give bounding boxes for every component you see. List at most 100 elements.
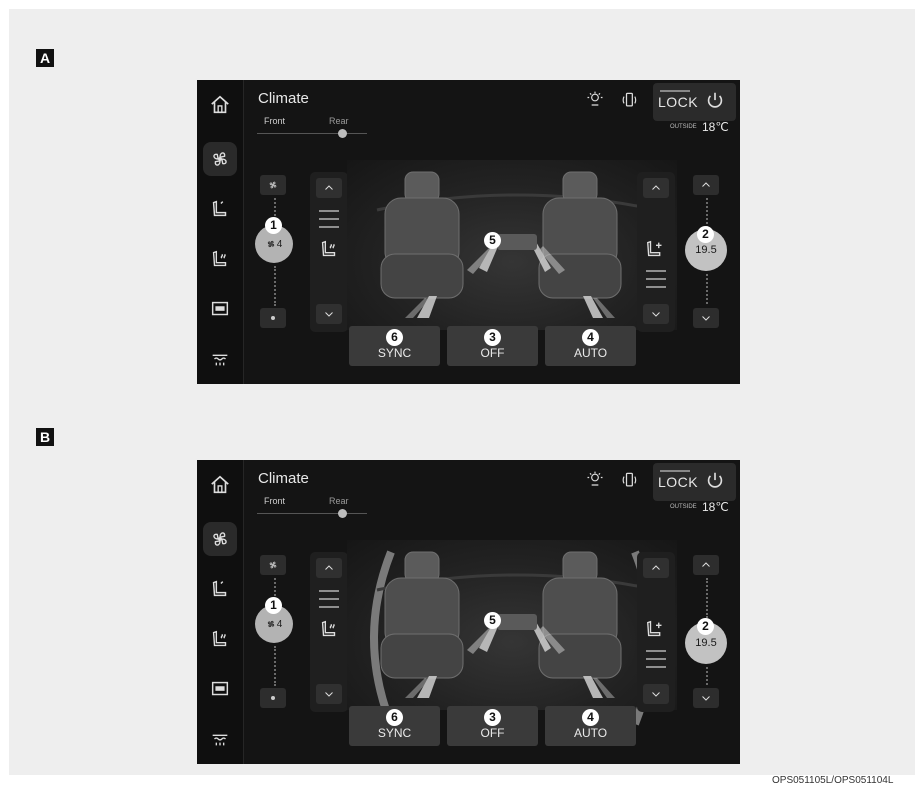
home-icon xyxy=(211,95,229,114)
sidebar xyxy=(197,460,244,764)
sidebar xyxy=(197,80,244,384)
temp-track-upper xyxy=(706,578,708,618)
fan-low-button[interactable] xyxy=(260,175,286,195)
front-rear-track xyxy=(257,133,367,134)
fan-speed-value: 4 xyxy=(276,618,283,630)
seat-vent-up-button[interactable] xyxy=(643,558,669,578)
fan-speed-value: 4 xyxy=(276,238,283,250)
seat-heat-icon xyxy=(321,620,336,637)
chevron-up-icon xyxy=(702,562,710,567)
fan-button[interactable] xyxy=(203,522,237,556)
seat-heat-up-button[interactable] xyxy=(316,178,342,198)
seat-button[interactable] xyxy=(203,572,237,606)
fan-low-button[interactable] xyxy=(260,555,286,575)
fan-speed-icon xyxy=(267,240,274,248)
seat-heat-up-button[interactable] xyxy=(316,558,342,578)
callout-4: 4 xyxy=(582,709,599,726)
front-rear-knob[interactable] xyxy=(338,129,347,138)
tab-rear[interactable]: Rear xyxy=(329,496,349,506)
temp-track-lower xyxy=(706,274,708,304)
media-button[interactable] xyxy=(203,672,237,706)
outside-label: OUTSIDE xyxy=(670,124,697,130)
phone-signal-icon xyxy=(619,90,639,110)
defrost-button[interactable] xyxy=(203,342,237,376)
figure-a-tag: A xyxy=(36,49,54,67)
temp-down-button[interactable] xyxy=(693,688,719,708)
seat-icon xyxy=(212,580,227,597)
lock-indicator-bar xyxy=(660,90,690,92)
media-icon xyxy=(211,301,229,316)
chevron-down-icon xyxy=(702,696,710,701)
defrost-icon xyxy=(212,734,228,746)
seat-vent-down-button[interactable] xyxy=(643,684,669,704)
fan-speed-icon xyxy=(267,620,274,628)
power-icon[interactable] xyxy=(704,470,726,492)
cabin-illustration xyxy=(376,171,658,318)
vent-level-line xyxy=(646,286,666,288)
heat-level-line xyxy=(319,210,339,212)
figure-a-climate-screen: Climate Front Rear LOCK OUTSIDE 18℃ 4 1 xyxy=(197,80,740,384)
fan-button[interactable] xyxy=(203,142,237,176)
fan-high-button[interactable] xyxy=(260,308,286,328)
chevron-down-icon xyxy=(325,312,333,317)
front-rear-track xyxy=(257,513,367,514)
chevron-up-icon xyxy=(325,565,333,570)
temp-track-upper xyxy=(706,198,708,228)
fan-track-lower xyxy=(274,646,276,686)
figure-code: OPS051105L/OPS051104L xyxy=(772,775,894,786)
home-button[interactable] xyxy=(203,468,237,502)
defrost-button[interactable] xyxy=(203,722,237,756)
temp-up-button[interactable] xyxy=(693,555,719,575)
seat-heat-button[interactable] xyxy=(203,622,237,656)
lock-label: LOCK xyxy=(658,94,699,110)
auto-button[interactable]: 4 AUTO xyxy=(545,326,636,366)
left-seat xyxy=(380,171,464,299)
callout-6: 6 xyxy=(386,329,403,346)
temp-down-button[interactable] xyxy=(693,308,719,328)
heat-level-line xyxy=(319,590,339,592)
off-label: OFF xyxy=(480,726,505,740)
chevron-down-icon xyxy=(652,312,660,317)
power-icon[interactable] xyxy=(704,90,726,112)
seat-vent-icon xyxy=(647,620,662,637)
fan-high-button[interactable] xyxy=(260,688,286,708)
home-icon xyxy=(211,475,229,494)
seat-icon xyxy=(212,200,227,217)
callout-3: 3 xyxy=(484,329,501,346)
sync-button[interactable]: 6 SYNC xyxy=(349,326,440,366)
callout-6: 6 xyxy=(386,709,403,726)
auto-label: AUTO xyxy=(573,346,608,360)
seat-heat-button[interactable] xyxy=(203,242,237,276)
seat-heat-down-button[interactable] xyxy=(316,304,342,324)
fan-icon xyxy=(213,532,227,546)
chevron-up-icon xyxy=(652,185,660,190)
off-label: OFF xyxy=(480,346,505,360)
temp-up-button[interactable] xyxy=(693,175,719,195)
off-button[interactable]: 3 OFF xyxy=(447,326,538,366)
media-icon xyxy=(211,681,229,696)
seat-heat-down-button[interactable] xyxy=(316,684,342,704)
seat-button[interactable] xyxy=(203,192,237,226)
temp-track-lower xyxy=(706,667,708,685)
front-rear-knob[interactable] xyxy=(338,509,347,518)
right-seat xyxy=(538,171,622,299)
off-button[interactable]: 3 OFF xyxy=(447,706,538,746)
seat-vent-down-button[interactable] xyxy=(643,304,669,324)
tab-front[interactable]: Front xyxy=(264,116,285,126)
auto-button[interactable]: 4 AUTO xyxy=(545,706,636,746)
sync-button[interactable]: 6 SYNC xyxy=(349,706,440,746)
fan-track-lower xyxy=(274,266,276,306)
fan-icon xyxy=(213,152,227,166)
vent-level-line xyxy=(646,270,666,272)
tab-front[interactable]: Front xyxy=(264,496,285,506)
callout-2: 2 xyxy=(697,618,714,635)
spc-icon xyxy=(585,470,605,490)
right-seat xyxy=(538,551,622,679)
seat-heat-icon xyxy=(212,250,227,267)
tab-rear[interactable]: Rear xyxy=(329,116,349,126)
home-button[interactable] xyxy=(203,88,237,122)
seat-vent-panel-right xyxy=(637,552,675,712)
fan-tiny-icon xyxy=(271,316,275,320)
seat-vent-up-button[interactable] xyxy=(643,178,669,198)
media-button[interactable] xyxy=(203,292,237,326)
